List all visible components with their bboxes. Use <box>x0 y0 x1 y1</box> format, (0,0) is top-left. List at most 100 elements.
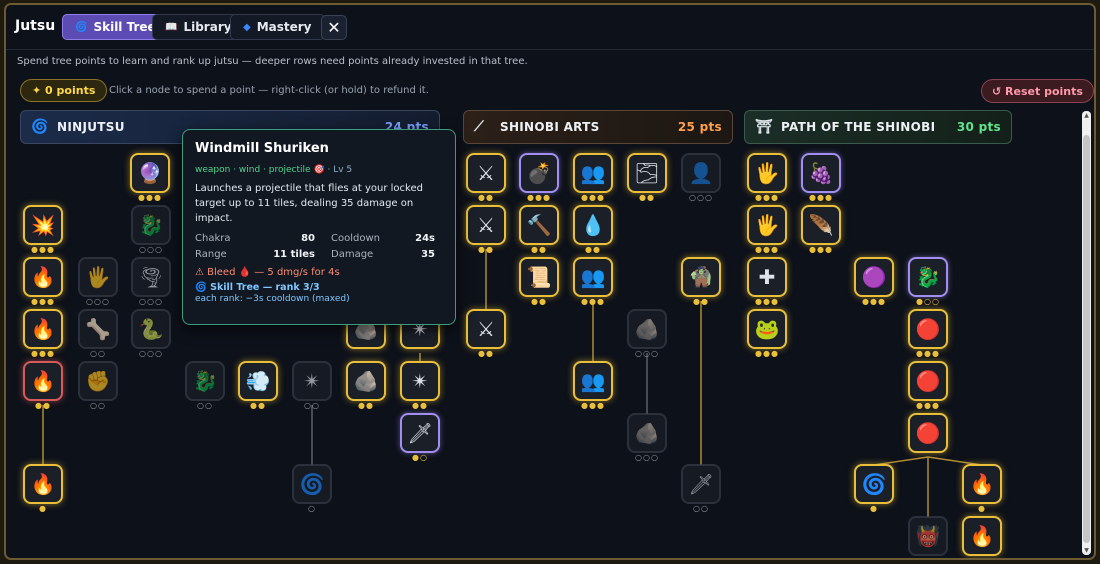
skill-node-tornado[interactable]: 🌪 <box>131 257 171 297</box>
skill-node-stone-skin[interactable]: 🪨 <box>627 309 667 349</box>
rank-dots: ○○○ <box>139 245 163 254</box>
rank-dots: ●●● <box>527 193 551 202</box>
skill-node-mud-arm[interactable]: 🦴 <box>78 309 118 349</box>
skill-node-dark-orb[interactable]: 🟣 <box>854 257 894 297</box>
scroll-down-arrow-icon[interactable]: ▼ <box>1082 547 1091 554</box>
skill-node-fireball-1[interactable]: 🔥 <box>23 257 63 297</box>
skill-node-windmill-shuriken[interactable]: ✴ <box>400 361 440 401</box>
scrollbar[interactable]: ▲ ▼ <box>1082 111 1091 555</box>
shadow-step-icon: 👤 <box>688 161 714 185</box>
skill-node-mud-claw[interactable]: 🖐 <box>78 257 118 297</box>
rank-dots: ●● <box>478 193 494 202</box>
stat-value: 35 <box>421 249 435 260</box>
skill-node-dark-slash[interactable]: 🗡 <box>681 464 721 504</box>
skill-node-summon-scroll[interactable]: 🐸 <box>747 309 787 349</box>
mud-arm-icon: 🦴 <box>85 317 111 341</box>
skill-node-medical-cross[interactable]: ✚ <box>747 257 787 297</box>
skill-node-fire-burst[interactable]: 💥 <box>23 205 63 245</box>
skill-node-water-dragon[interactable]: 🐉 <box>131 205 171 245</box>
skill-node-iron-wall[interactable]: 🪨 <box>627 413 667 453</box>
mud-fist-icon: ✊ <box>85 369 111 393</box>
sharingan-2-icon: 🔴 <box>915 369 941 393</box>
rank-dots: ●○○ <box>916 297 940 306</box>
skill-node-wind-blast[interactable]: 💨 <box>238 361 278 401</box>
rank-dots: ●●● <box>31 349 55 358</box>
skill-node-earth-wall[interactable]: 🪨 <box>346 361 386 401</box>
skill-node-shuriken-dim[interactable]: ✴ <box>292 361 332 401</box>
mystic-palm-icon: 🖐 <box>754 213 780 237</box>
rank-dots: ●● <box>478 245 494 254</box>
skill-node-blade-strike[interactable]: ⚔ <box>466 205 506 245</box>
chakra-scalpel-icon: 🪶 <box>808 213 834 237</box>
stone-skin-icon: 🪨 <box>634 317 660 341</box>
amaterasu-icon: 🔥 <box>969 472 995 496</box>
summon-scroll-icon: 🐸 <box>754 317 780 341</box>
skill-node-heavy-strike[interactable]: 🔨 <box>519 205 559 245</box>
rank-dots: ●● <box>478 349 494 358</box>
rank-dots: ●●● <box>581 297 605 306</box>
healing-palm-icon: 🖐 <box>754 161 780 185</box>
dark-slash-icon: 🗡 <box>688 472 714 496</box>
tornado-icon: 🌪 <box>138 265 164 289</box>
skill-node-void-vortex[interactable]: 🌀 <box>854 464 894 504</box>
blade-strike-icon: ⚔ <box>477 213 495 237</box>
skill-node-beast-mode[interactable]: 🧌 <box>681 257 721 297</box>
skill-node-healing-palm[interactable]: 🖐 <box>747 153 787 193</box>
rank-dots: ●● <box>412 401 428 410</box>
skill-node-black-flame[interactable]: 🔥 <box>962 516 1002 556</box>
skill-node-demon-mask[interactable]: 👹 <box>908 516 948 556</box>
scrollbar-thumb[interactable] <box>1083 135 1090 543</box>
skill-node-storm-dragon[interactable]: 🐉 <box>185 361 225 401</box>
wind-palm-icon: 🌀 <box>299 472 325 496</box>
skill-node-water-whip[interactable]: 💧 <box>573 205 613 245</box>
sharingan-seal-icon: 🐉 <box>915 265 941 289</box>
skill-node-sharingan-seal[interactable]: 🐉 <box>908 257 948 297</box>
skill-node-fireball-2[interactable]: 🔥 <box>23 309 63 349</box>
tooltip-tag-list: weapon · wind · projectile <box>195 165 311 175</box>
tooltip-level: 🎯 · Lv 5 <box>313 165 353 175</box>
scroll-up-arrow-icon[interactable]: ▲ <box>1082 112 1091 119</box>
stat-value: 24s <box>415 233 435 244</box>
tooltip-title: Windmill Shuriken <box>195 141 329 156</box>
skill-node-great-fire[interactable]: 🔥 <box>23 464 63 504</box>
skill-node-blade-flurry[interactable]: ⚔ <box>466 309 506 349</box>
skill-node-shadow-clone[interactable]: 👥 <box>573 153 613 193</box>
tooltip-rank: 🌀 Skill Tree — rank 3/3 <box>195 282 320 293</box>
skill-tooltip: Windmill Shuriken weapon · wind · projec… <box>182 129 456 325</box>
skill-node-kunai-throw[interactable]: 🗡 <box>400 413 440 453</box>
skill-node-twin-blades[interactable]: ⚔ <box>466 153 506 193</box>
rank-dots: ●●● <box>755 297 779 306</box>
skill-node-grape-orb[interactable]: 🍇 <box>801 153 841 193</box>
skill-node-mass-clone[interactable]: 👥 <box>573 361 613 401</box>
skill-node-shadow-step[interactable]: 👤 <box>681 153 721 193</box>
skill-node-explosive-tag[interactable]: 💣 <box>519 153 559 193</box>
skill-node-chakra-scalpel[interactable]: 🪶 <box>801 205 841 245</box>
rank-dots: ●● <box>639 193 655 202</box>
skill-node-fireball-3[interactable]: 🔥 <box>23 361 63 401</box>
shadow-clone-icon: 👥 <box>580 161 606 185</box>
skill-node-paper-bomb[interactable]: 📜 <box>519 257 559 297</box>
stat-value: 11 tiles <box>273 249 315 260</box>
rank-dots: ●●● <box>755 193 779 202</box>
skill-node-chakra-orb[interactable]: 🔮 <box>130 153 170 193</box>
skill-node-amaterasu[interactable]: 🔥 <box>962 464 1002 504</box>
rank-dots: ●○ <box>412 453 428 462</box>
skill-node-sharingan-3[interactable]: 🔴 <box>908 413 948 453</box>
skill-node-wind-palm[interactable]: 🌀 <box>292 464 332 504</box>
beast-mode-icon: 🧌 <box>688 265 714 289</box>
skill-node-sharingan-2[interactable]: 🔴 <box>908 361 948 401</box>
skill-node-smoke-bomb[interactable]: 🌫 <box>627 153 667 193</box>
rank-dots: ○○○ <box>139 297 163 306</box>
rank-dots: ●●● <box>755 349 779 358</box>
skill-node-mud-fist[interactable]: ✊ <box>78 361 118 401</box>
fireball-2-icon: 🔥 <box>30 317 56 341</box>
rank-dots: ○○ <box>197 401 213 410</box>
dark-orb-icon: 🟣 <box>861 265 887 289</box>
twin-blades-icon: ⚔ <box>477 161 495 185</box>
skill-node-mystic-palm[interactable]: 🖐 <box>747 205 787 245</box>
rank-dots: ○ <box>308 504 316 513</box>
skill-node-water-serpent[interactable]: 🐍 <box>131 309 171 349</box>
skill-node-clone-burst[interactable]: 👥 <box>573 257 613 297</box>
skill-node-sharingan-1[interactable]: 🔴 <box>908 309 948 349</box>
rank-dots: ●● <box>531 245 547 254</box>
